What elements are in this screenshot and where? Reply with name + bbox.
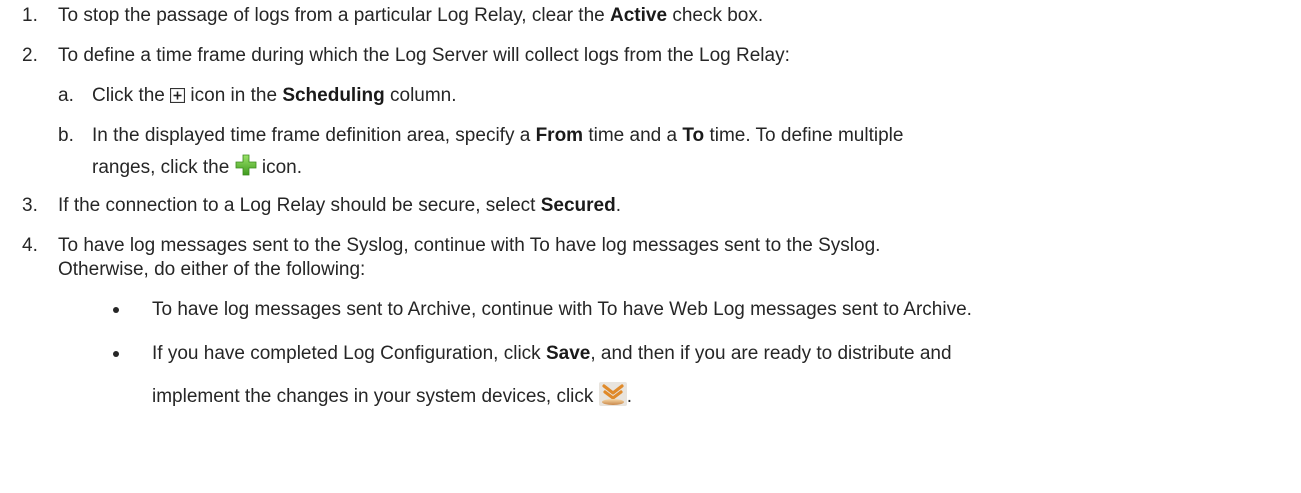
- distribute-icon: [598, 382, 627, 413]
- substep-text-continued: ranges, click the icon.: [92, 154, 302, 183]
- bullet-text: To have log messages sent to Archive, co…: [152, 299, 972, 320]
- substep-text-segment: icon.: [256, 157, 302, 178]
- step-text: To stop the passage of logs from a parti…: [58, 4, 763, 28]
- step-text-continued: Otherwise, do either of the following:: [58, 259, 366, 280]
- substep-text: In the displayed time frame definition a…: [92, 124, 903, 148]
- bullet-marker: [113, 307, 119, 313]
- step-text-segment: To stop the passage of logs from a parti…: [58, 5, 611, 26]
- substep-text: Click the icon in the Scheduling column.: [92, 84, 457, 110]
- step-text: To define a time frame during which the …: [58, 45, 790, 66]
- substep-letter: a.: [58, 85, 74, 106]
- bullet-text-segment: , and then if you are ready to distribut…: [590, 343, 952, 364]
- step-text-segment: If the connection to a Log Relay should …: [58, 195, 541, 216]
- step-number: 1.: [22, 5, 38, 26]
- step-text-segment: .: [615, 195, 621, 216]
- step-bold-term: Secured: [540, 195, 616, 216]
- bullet-marker: [113, 351, 119, 357]
- step-number: 4.: [22, 235, 38, 256]
- substep-bold-term: Scheduling: [282, 85, 385, 106]
- step-number: 3.: [22, 195, 38, 216]
- bullet-text-continued: implement the changes in your system dev…: [152, 382, 632, 413]
- substep-text-segment: icon in the: [185, 85, 283, 106]
- bullet-text-segment: implement the changes in your system dev…: [152, 386, 599, 407]
- substep-text-segment: time and a: [583, 125, 683, 146]
- step-bold-term: Active: [610, 5, 668, 26]
- step-text: If the connection to a Log Relay should …: [58, 194, 621, 218]
- bullet-text-segment: .: [626, 386, 632, 407]
- substep-text-segment: column.: [384, 85, 457, 106]
- bullet-text-segment: If you have completed Log Configuration,…: [152, 343, 546, 364]
- substep-letter: b.: [58, 125, 74, 146]
- bullet-text: If you have completed Log Configuration,…: [152, 342, 952, 366]
- substep-text-segment: Click the: [92, 85, 171, 106]
- substep-bold-term: From: [535, 125, 584, 146]
- step-number: 2.: [22, 45, 38, 66]
- step-text: To have log messages sent to the Syslog,…: [58, 235, 881, 256]
- step-text-segment: check box.: [667, 5, 764, 26]
- expand-plus-icon: [170, 86, 186, 110]
- substep-text-segment: time. To define multiple: [704, 125, 904, 146]
- green-add-plus-icon: [235, 154, 257, 183]
- substep-bold-term: To: [682, 125, 705, 146]
- substep-text-segment: In the displayed time frame definition a…: [92, 125, 536, 146]
- bullet-bold-term: Save: [545, 343, 591, 364]
- substep-text-segment: ranges, click the: [92, 157, 235, 178]
